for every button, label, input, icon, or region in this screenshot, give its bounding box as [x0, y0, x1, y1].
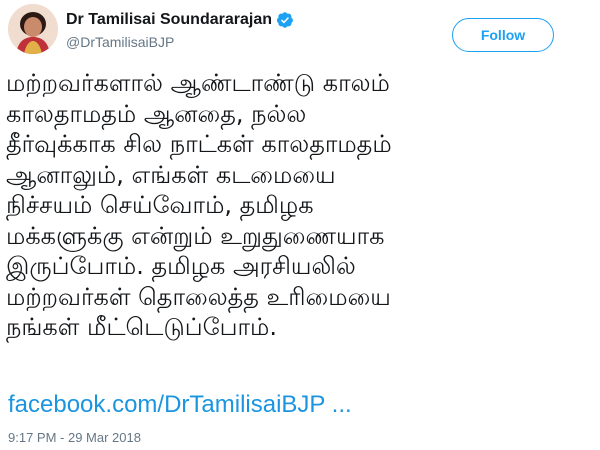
follow-button[interactable]: Follow	[452, 18, 554, 52]
tweet-timestamp[interactable]: 9:17 PM - 29 Mar 2018	[8, 430, 141, 445]
tweet-text-line: மக்களுக்கு என்றும் உறுதுணையாக	[6, 221, 385, 250]
tweet-text-line: தீர்வுக்காக சில நாட்கள் காலதாமதம்	[6, 130, 392, 158]
author-display-name[interactable]: Dr Tamilisai Soundararajan	[66, 11, 272, 29]
tweet-card: Dr Tamilisai Soundararajan @DrTamilisaiB…	[0, 0, 600, 450]
verified-badge-icon	[276, 11, 294, 29]
tweet-text-line: நங்கள் மீட்டெடுப்போம்.	[6, 313, 277, 341]
tweet-text: மற்றவர்களால் ஆண்டாண்டு காலம் காலதாமதம் ஆ…	[6, 68, 596, 343]
tweet-text-line: இருப்போம். தமிழக அரசியலில்	[6, 252, 356, 280]
avatar-image	[8, 4, 58, 54]
tweet-text-line: மற்றவர்கள் தொலைத்த உரிமையை	[6, 282, 391, 311]
author-name-row: Dr Tamilisai Soundararajan	[66, 11, 294, 29]
tweet-text-line: மற்றவர்களால் ஆண்டாண்டு காலம்	[6, 69, 390, 97]
tweet-text-line: ஆனாலும், எங்கள் கடமையை	[6, 160, 336, 189]
tweet-text-line: காலதாமதம் ஆனதை, நல்ல	[6, 99, 307, 128]
author-handle[interactable]: @DrTamilisaiBJP	[66, 34, 174, 50]
avatar[interactable]	[8, 4, 58, 54]
tweet-link[interactable]: facebook.com/DrTamilisaiBJP ...	[8, 391, 352, 419]
tweet-text-line: நிச்சயம் செய்வோம், தமிழக	[6, 191, 314, 219]
